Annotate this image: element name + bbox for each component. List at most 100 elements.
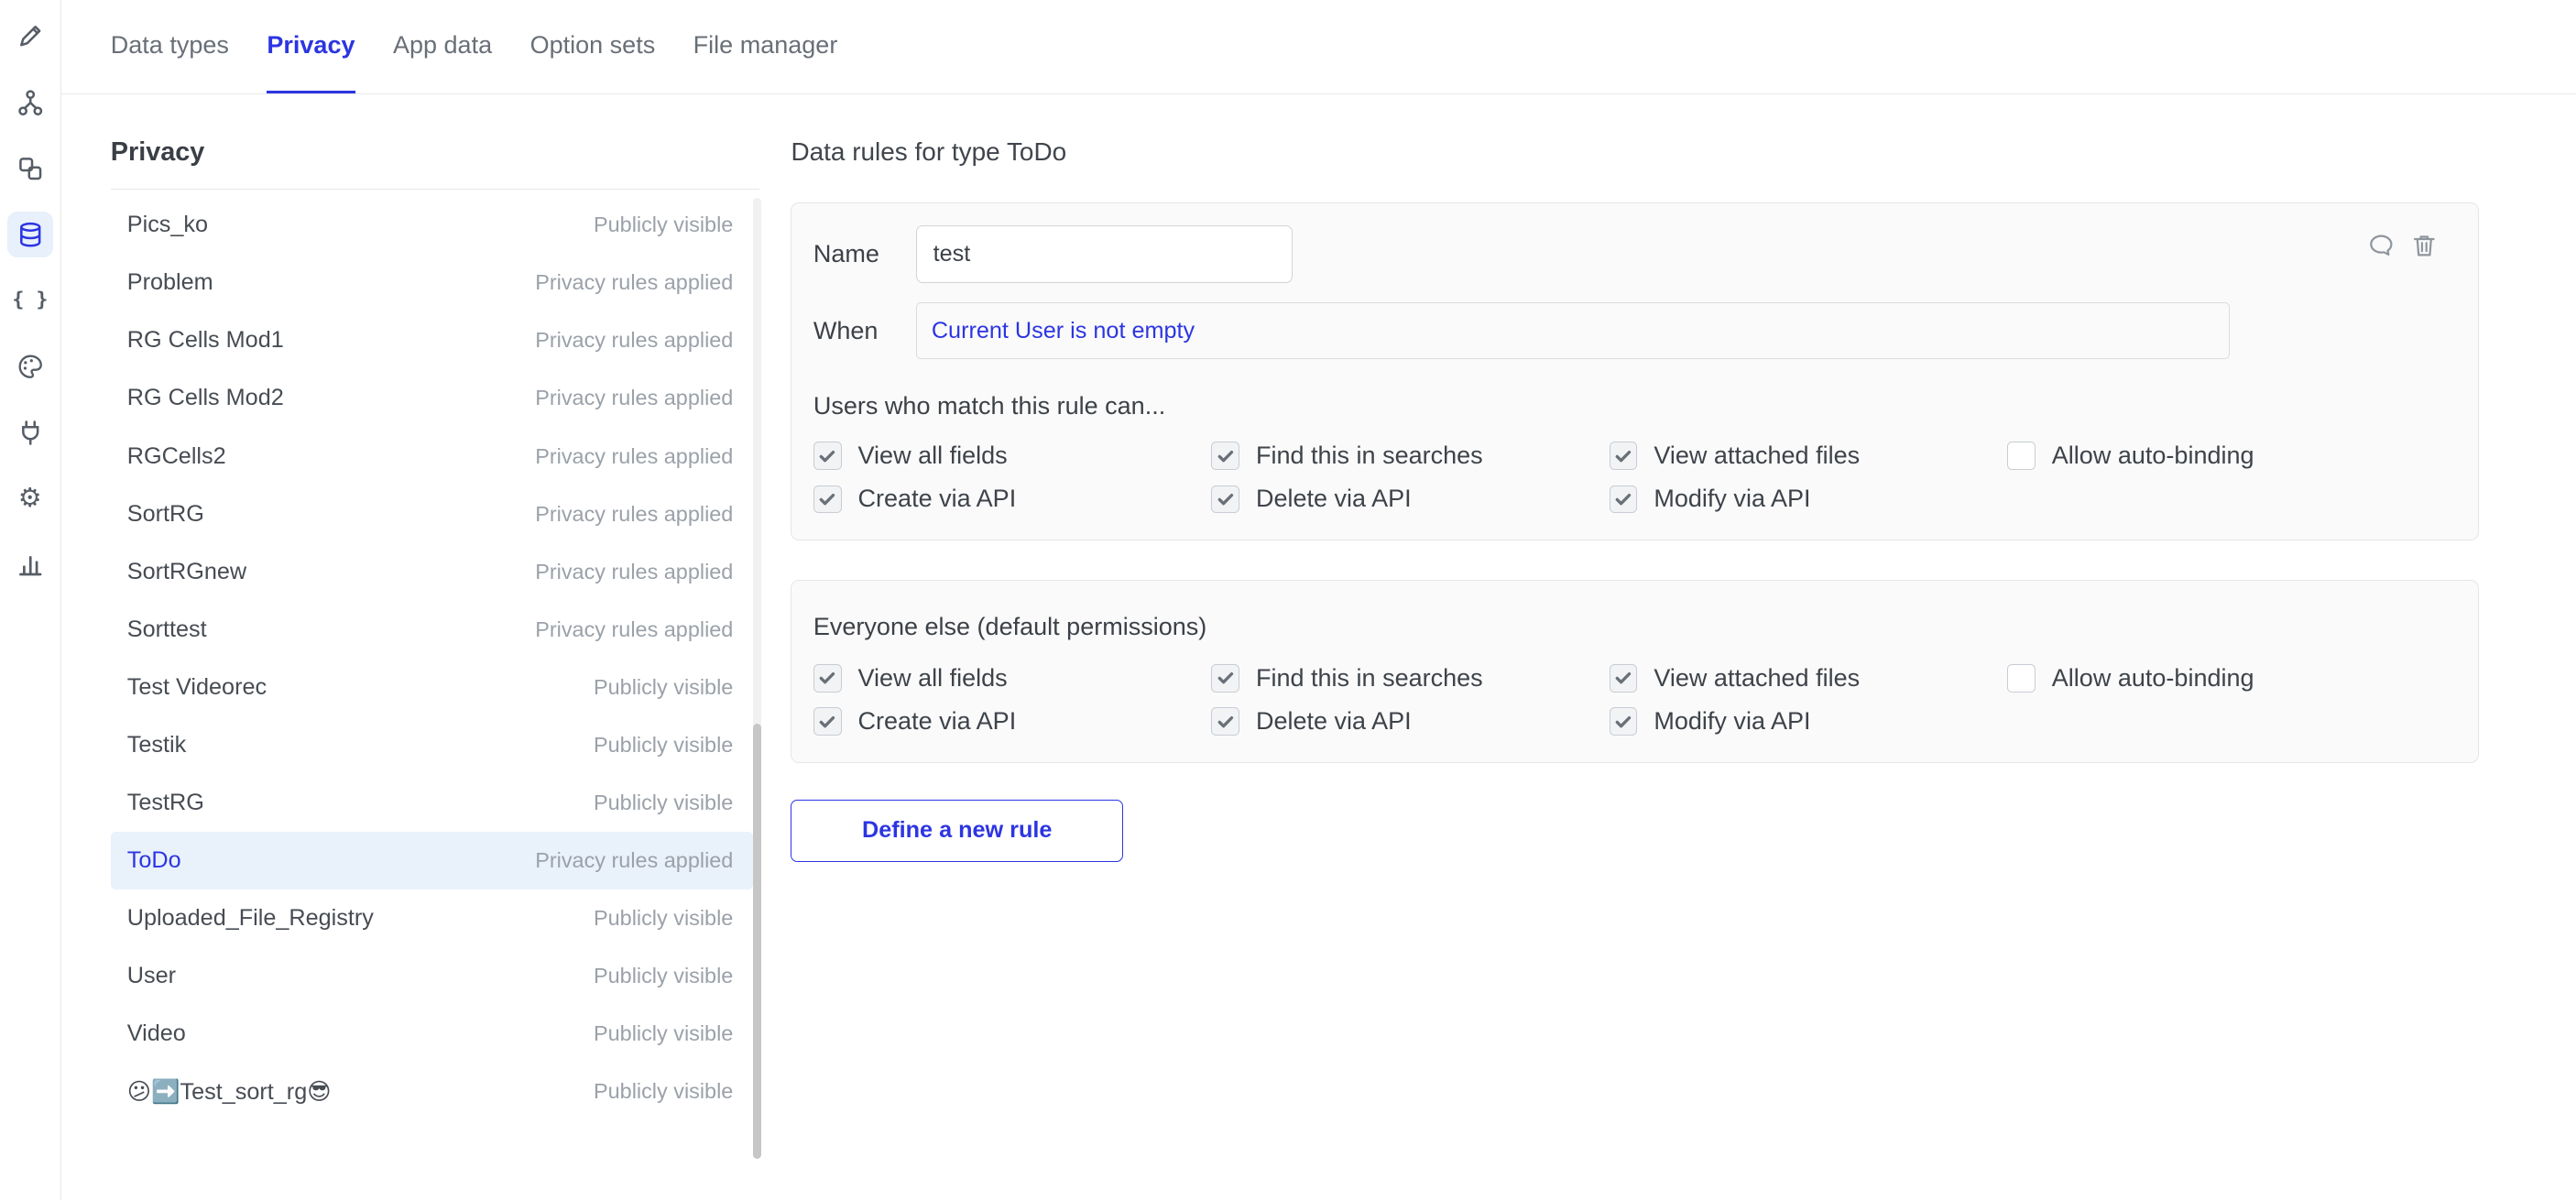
checkbox-modify-via-api[interactable] [1610, 485, 1638, 514]
checkbox-allow-auto-binding[interactable] [2007, 442, 2036, 470]
checkbox-delete-via-api[interactable] [1211, 707, 1239, 736]
privacy-status: Privacy rules applied [535, 848, 733, 873]
rule-permissions-caption: Users who match this rule can... [813, 392, 2456, 420]
privacy-status: Privacy rules applied [535, 560, 733, 584]
permission-label: Create via API [858, 485, 1017, 513]
privacy-status: Privacy rules applied [535, 328, 733, 353]
permission-view-attached-files: View attached files [1610, 442, 2007, 470]
braces-icon[interactable]: { } [7, 278, 53, 323]
data-rules-panel: Data rules for type ToDo Name [791, 94, 2576, 863]
pencil-icon[interactable] [7, 13, 53, 59]
type-list: Pics_koPublicly visibleProblemPrivacy ru… [111, 196, 753, 1120]
checkbox-create-via-api[interactable] [813, 707, 842, 736]
chart-icon[interactable] [7, 541, 53, 587]
list-item-test-videorec[interactable]: Test VideorecPublicly visible [111, 659, 753, 716]
list-item-todo[interactable]: ToDo Privacy rules applied [111, 832, 753, 889]
list-item-testik[interactable]: TestikPublicly visible [111, 716, 753, 774]
list-item-testrg[interactable]: TestRGPublicly visible [111, 774, 753, 832]
checkbox-create-via-api[interactable] [813, 485, 842, 514]
rule-name-input[interactable] [916, 225, 1293, 283]
define-new-rule-button[interactable]: Define a new rule [791, 800, 1123, 863]
plugin-icon[interactable] [7, 409, 53, 455]
list-item-test-sort-rg[interactable]: 😕➡️Test_sort_rg😎Publicly visible [111, 1063, 753, 1120]
type-name: RGCells2 [127, 443, 226, 470]
list-item-sorttest[interactable]: SorttestPrivacy rules applied [111, 601, 753, 659]
list-item-pics-ko[interactable]: Pics_koPublicly visible [111, 196, 753, 254]
checkbox-modify-via-api[interactable] [1610, 707, 1638, 736]
palette-icon[interactable] [7, 344, 53, 389]
checkbox-find-this-in-searches[interactable] [1211, 442, 1239, 470]
type-name: Video [127, 1020, 186, 1047]
privacy-status: Privacy rules applied [535, 502, 733, 527]
app-window: { } ⚙ Data types Privacy App data Option set… [0, 0, 2576, 1200]
scrollbar-thumb[interactable] [753, 724, 761, 1160]
privacy-panel: Privacy Pics_koPublicly visibleProblemPr… [61, 94, 761, 1200]
type-name: SortRGnew [127, 559, 246, 585]
permission-label: View all fields [858, 442, 1008, 470]
when-condition-box[interactable]: Current User is not empty [916, 302, 2231, 358]
list-item-rg-cells-mod1[interactable]: RG Cells Mod1 Privacy rules applied [111, 311, 753, 369]
permission-label: Find this in searches [1256, 664, 1483, 693]
privacy-status: Publicly visible [594, 213, 733, 237]
privacy-status: Publicly visible [594, 906, 733, 931]
name-field-row: Name [813, 225, 2456, 283]
permission-label: Modify via API [1654, 707, 1810, 736]
tab-option-sets[interactable]: Option sets [530, 0, 656, 93]
privacy-status: Publicly visible [594, 964, 733, 988]
list-item-uploaded-file-registry[interactable]: Uploaded_File_Registry Publicly visible [111, 889, 753, 947]
components-icon[interactable] [7, 146, 53, 191]
list-item-video[interactable]: Video Publicly visible [111, 1005, 753, 1063]
tab-app-data[interactable]: App data [393, 0, 492, 93]
permission-label: Allow auto-binding [2052, 664, 2254, 693]
database-icon[interactable] [7, 212, 53, 257]
permission-view-all-fields: View all fields [813, 442, 1211, 470]
gear-icon[interactable]: ⚙ [7, 475, 53, 521]
workflow-icon[interactable] [7, 80, 53, 125]
privacy-status: Publicly visible [594, 791, 733, 815]
list-item-user[interactable]: UserPublicly visible [111, 947, 753, 1005]
panel-title: Privacy [111, 137, 761, 168]
permission-find-this-in-searches: Find this in searches [1211, 442, 1609, 470]
type-name: Test Videorec [127, 674, 267, 701]
permission-label: View attached files [1654, 664, 1860, 693]
permission-label: Allow auto-binding [2052, 442, 2254, 470]
rule-card-actions [2367, 232, 2439, 260]
name-label: Name [813, 240, 916, 268]
comment-icon[interactable] [2367, 232, 2396, 260]
checkbox-view-all-fields[interactable] [813, 442, 842, 470]
checkbox-find-this-in-searches[interactable] [1211, 664, 1239, 693]
type-name: RG Cells Mod2 [127, 385, 284, 411]
tab-privacy[interactable]: Privacy [267, 0, 355, 93]
permission-modify-via-api: Modify via API [1610, 485, 2007, 513]
list-item-sortrgnew[interactable]: SortRGnew Privacy rules applied [111, 543, 753, 601]
list-item-rgcells2[interactable]: RGCells2 Privacy rules applied [111, 428, 753, 485]
permission-label: Create via API [858, 707, 1017, 736]
checkbox-view-attached-files[interactable] [1610, 664, 1638, 693]
permission-delete-via-api: Delete via API [1211, 485, 1609, 513]
type-name: RG Cells Mod1 [127, 327, 284, 354]
trash-icon[interactable] [2410, 232, 2439, 260]
list-item-problem[interactable]: ProblemPrivacy rules applied [111, 254, 753, 311]
privacy-status: Privacy rules applied [535, 444, 733, 469]
checkbox-view-all-fields[interactable] [813, 664, 842, 693]
checkbox-delete-via-api[interactable] [1211, 485, 1239, 514]
permission-delete-via-api: Delete via API [1211, 707, 1609, 736]
rule-card: Name When Current User is not empty User… [791, 202, 2478, 540]
tab-file-manager[interactable]: File manager [693, 0, 838, 93]
type-name: Uploaded_File_Registry [127, 905, 374, 932]
type-name: ToDo [127, 847, 181, 874]
permission-label: View all fields [858, 664, 1008, 693]
privacy-status: Publicly visible [594, 1021, 733, 1046]
checkbox-allow-auto-binding[interactable] [2007, 664, 2036, 693]
checkbox-view-attached-files[interactable] [1610, 442, 1638, 470]
permission-label: Modify via API [1654, 485, 1810, 513]
type-name: Sorttest [127, 616, 207, 643]
type-name: Problem [127, 269, 213, 296]
tab-data-types[interactable]: Data types [111, 0, 229, 93]
privacy-status: Publicly visible [594, 1079, 733, 1104]
list-item-rg-cells-mod2[interactable]: RG Cells Mod2Privacy rules applied [111, 369, 753, 427]
permission-label: Find this in searches [1256, 442, 1483, 470]
permission-create-via-api: Create via API [813, 707, 1211, 736]
list-item-sortrg[interactable]: SortRGPrivacy rules applied [111, 485, 753, 543]
rule-permissions-grid: View all fields Find this in searches View… [813, 442, 2456, 513]
